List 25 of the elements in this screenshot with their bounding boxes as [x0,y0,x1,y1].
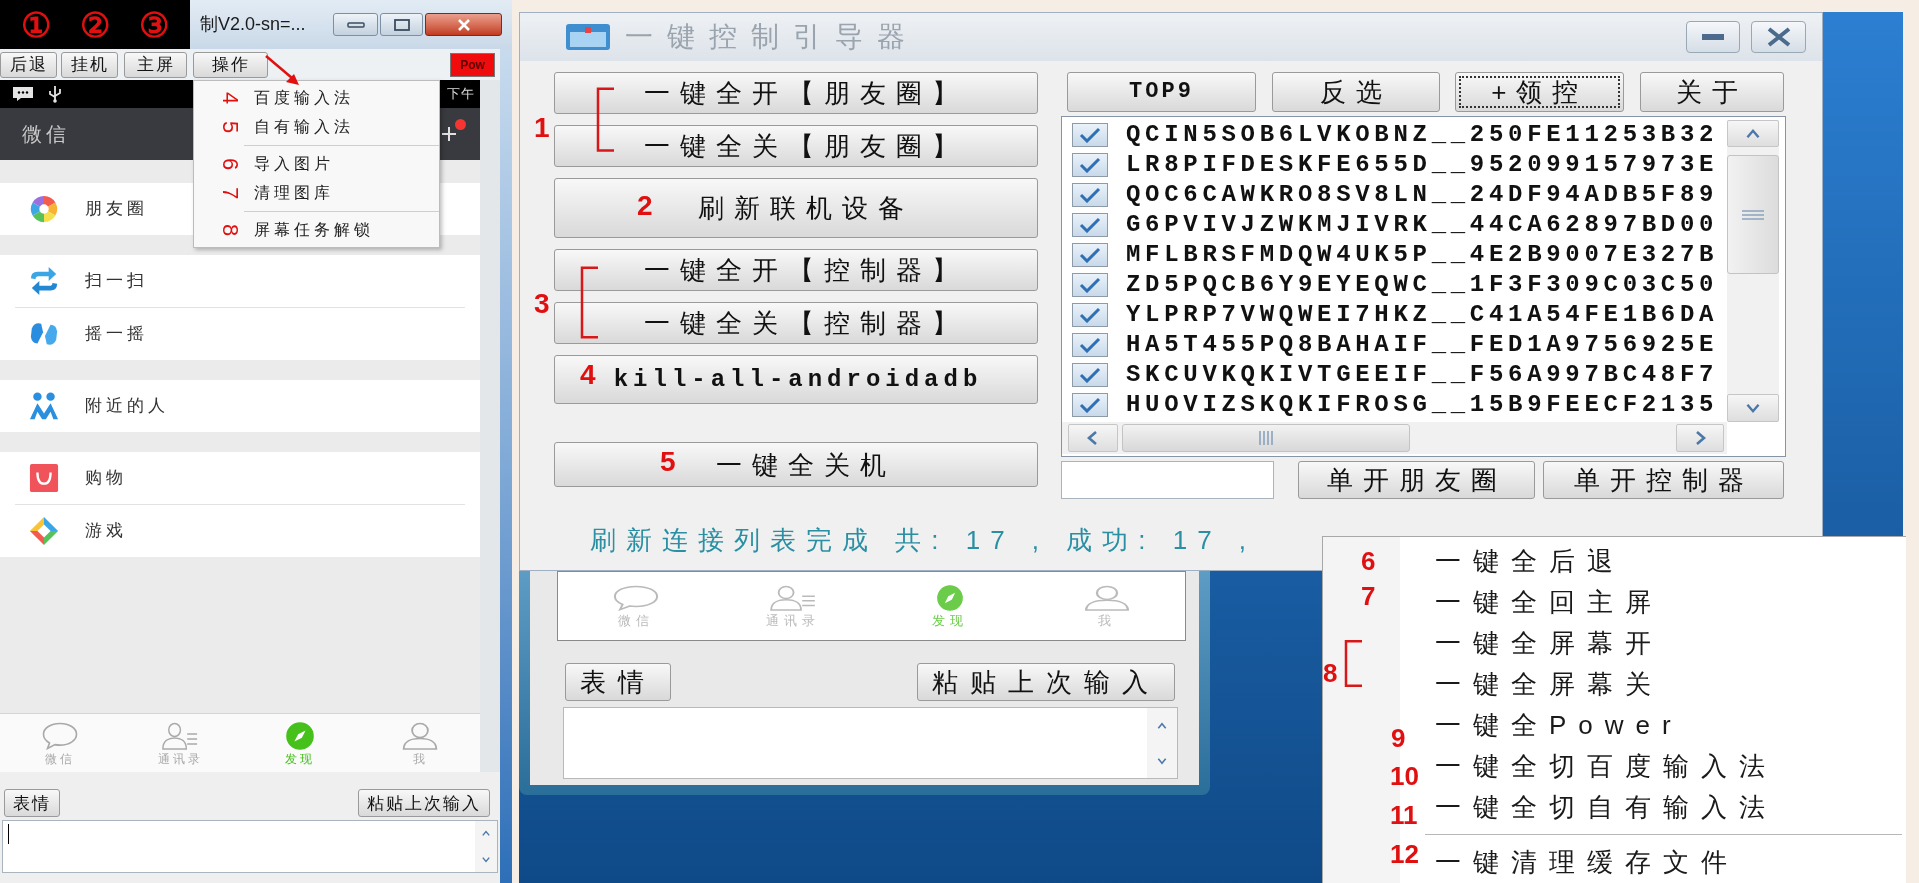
status-time: 下午 [447,85,475,104]
annotation-number: 1 [534,112,550,144]
window-title: 制V2.0-sn=... [200,13,306,36]
window-title: 一键控制引导器 [625,20,919,54]
annotation-number: 9 [1391,722,1406,754]
annotation-number: ② [80,7,110,42]
annotation-number: 8 [219,222,241,238]
annotation-number: 7 [219,185,241,201]
annotation-number: 2 [637,190,653,222]
annotation-number: 12 [1390,838,1419,870]
annotation-number: 4 [219,90,241,106]
annotation-number: 5 [660,446,676,478]
annotation-number: ① [20,7,51,42]
status-message: 刷新连接列表完成 共: 17 , 成功: 17 , [590,525,1257,555]
annotation-number: 8 [1323,657,1338,689]
annotation-number: 3 [534,288,550,320]
annotation-number: 6 [219,156,241,172]
annotation-number: 10 [1390,760,1419,792]
annotation-number: ③ [139,7,170,42]
annotation-number: 5 [219,119,241,135]
annotation-number: 11 [1390,799,1418,831]
annotation-number: 6 [1361,545,1376,577]
app-title: 微信 [22,122,70,147]
annotation-number: 7 [1361,580,1376,612]
annotation-number: 4 [580,359,596,391]
